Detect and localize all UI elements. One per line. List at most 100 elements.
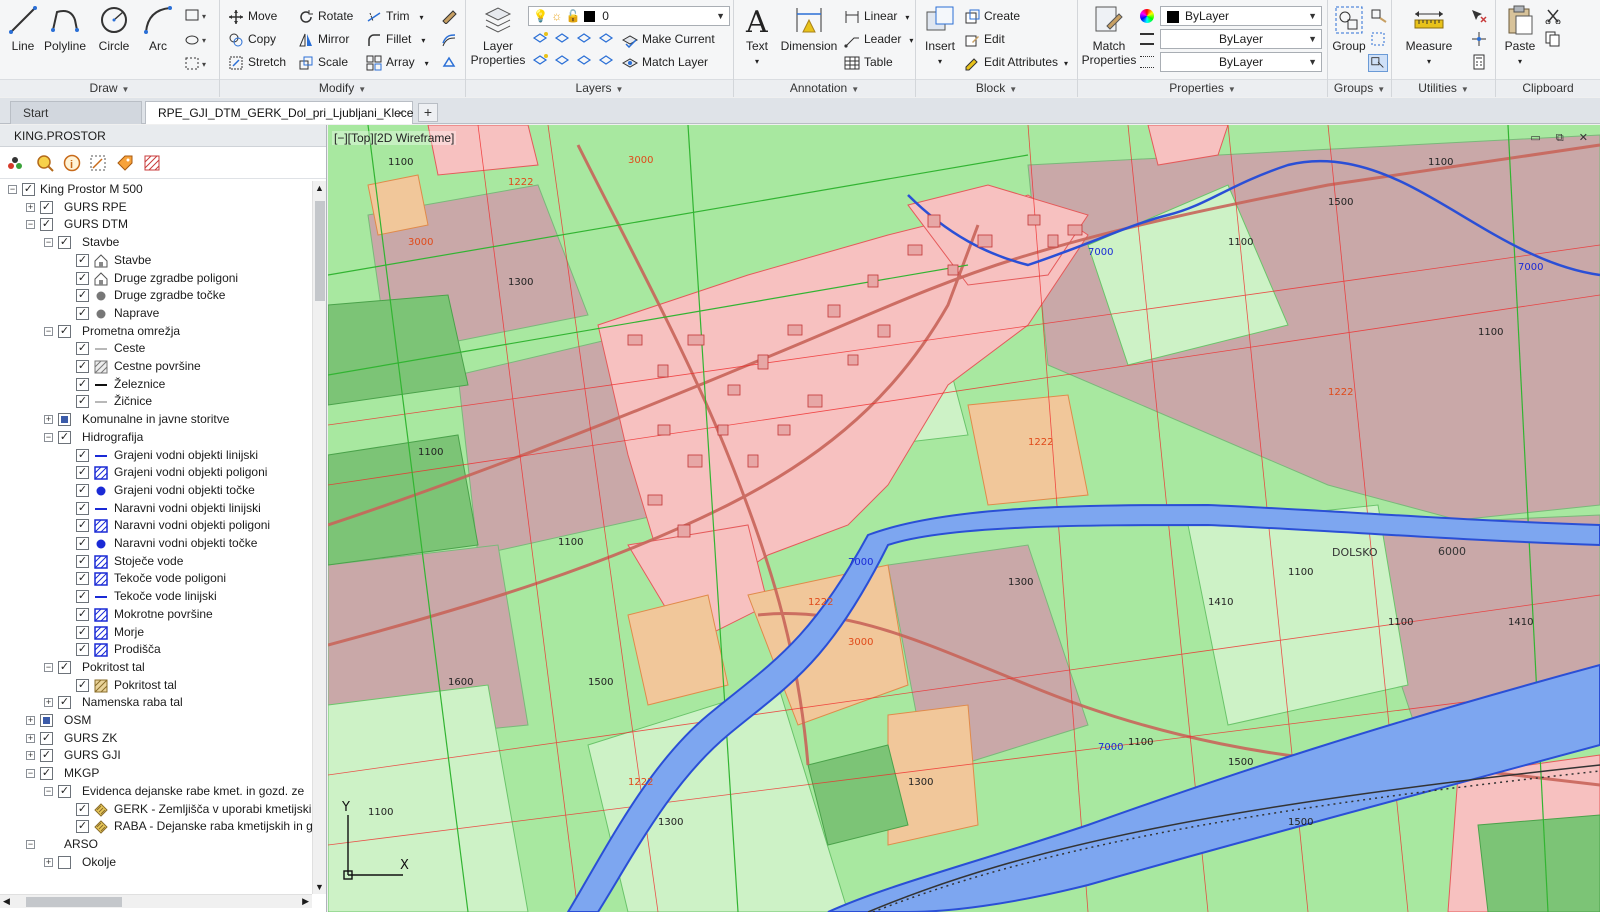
layer-checkbox[interactable]: ✓: [76, 537, 89, 550]
expand-icon[interactable]: +: [26, 733, 35, 743]
linetype-dropdown[interactable]: ByLayer ▼: [1160, 29, 1322, 49]
tab-drawing[interactable]: RPE_GJI_DTM_GERK_Dol_pri_Ljubljani_Klece…: [145, 101, 413, 124]
info-icon[interactable]: i: [63, 154, 81, 172]
groups-panel-title[interactable]: Groups ▼: [1328, 79, 1391, 97]
collapse-icon[interactable]: −: [44, 786, 53, 796]
leader-button[interactable]: Leader ▾: [844, 29, 913, 49]
trim-button[interactable]: Trim ▾: [366, 6, 424, 26]
draw-panel-title[interactable]: Draw ▼: [0, 79, 219, 97]
hscroll-thumb[interactable]: [26, 897, 122, 907]
insert-button[interactable]: Insert ▾: [920, 4, 960, 67]
rotate-button[interactable]: Rotate: [298, 6, 353, 26]
layer-checkbox[interactable]: ✓: [58, 324, 71, 338]
measure-button[interactable]: Measure ▾: [1400, 4, 1458, 67]
tab-start[interactable]: Start: [10, 101, 142, 124]
boundary-icon[interactable]: ▾: [184, 56, 212, 72]
tree-horizontal-scrollbar[interactable]: ◀ ▶: [0, 894, 312, 908]
rectangle-icon[interactable]: ▾: [184, 8, 212, 24]
layer-checkbox[interactable]: ✓: [76, 448, 89, 462]
tree-row[interactable]: − ✓ Pokritost tal: [0, 659, 312, 677]
tag-icon[interactable]: [116, 154, 134, 172]
layer-checkbox[interactable]: [58, 413, 71, 427]
collapse-icon[interactable]: −: [26, 839, 35, 849]
tree-row[interactable]: ✓ GERK - Zemljišča v uporabi kmetijskih: [0, 801, 312, 819]
copy-button[interactable]: Copy: [228, 29, 276, 49]
stretch-button[interactable]: Stretch: [228, 52, 286, 72]
layer-properties-button[interactable]: Layer Properties: [470, 4, 526, 67]
tree-row[interactable]: − ✓ Stavbe: [0, 234, 312, 252]
close-tab-icon[interactable]: ×: [397, 102, 404, 124]
layer-checkbox[interactable]: ✓: [76, 342, 89, 356]
match-layer-button[interactable]: Match Layer: [622, 52, 708, 72]
expand-icon[interactable]: +: [26, 716, 35, 725]
layer-checkbox[interactable]: ✓: [76, 554, 89, 568]
table-button[interactable]: Table: [844, 52, 893, 72]
layer-checkbox[interactable]: ✓: [40, 767, 53, 781]
tree-row[interactable]: + Okolje: [0, 854, 312, 872]
tree-row[interactable]: − ✓ King Prostor M 500: [0, 181, 312, 199]
layer-checkbox[interactable]: ✓: [58, 696, 71, 710]
paste-button[interactable]: Paste ▾: [1498, 4, 1542, 67]
scroll-thumb[interactable]: [315, 201, 325, 301]
hatch-icon[interactable]: ▾: [184, 32, 212, 48]
collapse-icon[interactable]: −: [44, 432, 53, 442]
tree-vertical-scrollbar[interactable]: ▲ ▼: [312, 181, 326, 894]
tree-row[interactable]: ✓ Tekoče vode poligoni: [0, 570, 312, 588]
tree-row[interactable]: ✓ Stavbe: [0, 252, 312, 270]
layer-checkbox[interactable]: ✓: [76, 253, 89, 267]
tree-row[interactable]: ✓ Mokrotne površine: [0, 606, 312, 624]
tree-row[interactable]: ✓ Stoječe vode: [0, 553, 312, 571]
tree-row[interactable]: ✓ RABA - Dejanske raba kmetijskih in g: [0, 818, 312, 836]
make-current-button[interactable]: Make Current: [622, 29, 715, 49]
tree-row[interactable]: ✓ Naprave: [0, 305, 312, 323]
tree-row[interactable]: − ✓ Hidrografija: [0, 429, 312, 447]
cut-icon[interactable]: [1544, 8, 1562, 24]
layer-checkbox[interactable]: ✓: [58, 236, 71, 250]
edit-block-button[interactable]: Edit: [964, 29, 1005, 49]
tree-row[interactable]: ✓ Grajeni vodni objekti linijski: [0, 447, 312, 465]
tree-row[interactable]: − ✓ Prometna omrežja: [0, 323, 312, 341]
layer-checkbox[interactable]: ✓: [58, 660, 71, 674]
collapse-icon[interactable]: −: [44, 326, 53, 336]
zoom-icon[interactable]: [36, 154, 54, 172]
layer-checkbox[interactable]: ✓: [76, 643, 89, 657]
calculator-icon[interactable]: [1470, 54, 1488, 70]
scroll-left-icon[interactable]: ◀: [3, 896, 10, 907]
dimension-button[interactable]: Dimension: [778, 4, 840, 53]
tree-row[interactable]: ✓ Pokritost tal: [0, 677, 312, 695]
layer-checkbox[interactable]: ✓: [40, 749, 53, 763]
layer-checkbox[interactable]: ✓: [40, 218, 53, 232]
id-point-icon[interactable]: [1470, 31, 1488, 47]
layer-checkbox[interactable]: ✓: [76, 395, 89, 409]
create-block-button[interactable]: Create: [964, 6, 1020, 26]
cadastral-map[interactable]: 1100 1300 1100 1500 1100 1100 1500 1100 …: [328, 125, 1600, 912]
clipboard-panel-title[interactable]: Clipboard: [1496, 79, 1600, 97]
tree-row[interactable]: ✓ Naravni vodni objekti poligoni: [0, 517, 312, 535]
erase-icon[interactable]: [440, 8, 458, 24]
quick-select-icon[interactable]: [1470, 8, 1488, 24]
new-tab-button[interactable]: +: [418, 103, 438, 122]
layer-checkbox[interactable]: [58, 855, 71, 869]
array-button[interactable]: Array ▾: [366, 52, 429, 72]
properties-panel-title[interactable]: Properties ▼: [1078, 79, 1327, 97]
layer-checkbox[interactable]: ✓: [40, 200, 53, 214]
tree-row[interactable]: ✓ Grajeni vodni objekti točke: [0, 482, 312, 500]
expand-icon[interactable]: +: [44, 857, 53, 867]
tree-row[interactable]: ✓ Naravni vodni objekti linijski: [0, 500, 312, 518]
collapse-icon[interactable]: −: [26, 769, 35, 779]
layer-checkbox[interactable]: ✓: [76, 483, 89, 497]
mirror-button[interactable]: Mirror: [298, 29, 349, 49]
layer-checkbox[interactable]: ✓: [76, 466, 89, 480]
tree-row[interactable]: + Komunalne in javne storitve: [0, 411, 312, 429]
layer-checkbox[interactable]: ✓: [76, 625, 89, 639]
tree-row[interactable]: − ✓ GURS DTM: [0, 216, 312, 234]
block-panel-title[interactable]: Block ▼: [916, 79, 1077, 97]
tree-row[interactable]: ✓ Naravni vodni objekti točke: [0, 535, 312, 553]
text-button[interactable]: A Text ▾: [738, 4, 776, 67]
layer-checkbox[interactable]: ✓: [40, 731, 53, 745]
edit-attributes-button[interactable]: Edit Attributes ▾: [964, 52, 1068, 72]
linear-button[interactable]: Linear ▾: [844, 6, 909, 26]
expand-icon[interactable]: +: [44, 698, 53, 708]
hatch-tool-icon[interactable]: [143, 154, 161, 172]
offset-icon[interactable]: [440, 31, 458, 47]
